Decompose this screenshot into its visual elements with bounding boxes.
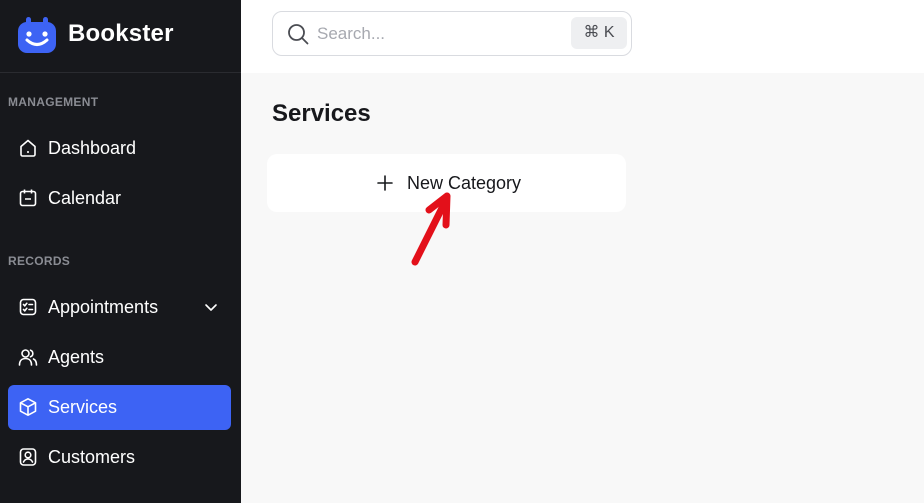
sidebar-item-label: Calendar [48, 188, 122, 208]
sidebar-item-dashboard[interactable]: Dashboard [8, 126, 231, 171]
section-label-management: MANAGEMENT [8, 95, 99, 109]
box-icon [19, 398, 37, 416]
plus-icon [377, 175, 393, 191]
sidebar-item-appointments[interactable]: Appointments [8, 285, 231, 330]
users-icon [18, 349, 38, 366]
sidebar-item-customers[interactable]: Customers [8, 435, 231, 480]
keyboard-shortcut-badge: ⌘ K [571, 17, 627, 49]
search-box[interactable]: ⌘ K [272, 11, 632, 56]
brand-logo-icon [18, 17, 56, 53]
sidebar-item-agents[interactable]: Agents [8, 335, 231, 380]
sidebar-item-label: Agents [48, 347, 105, 367]
contact-icon [19, 448, 37, 466]
sidebar-item-calendar[interactable]: Calendar [8, 176, 231, 221]
chevron-down-icon[interactable] [203, 299, 219, 315]
brand-name[interactable]: Bookster [68, 20, 174, 48]
page-title: Services [272, 100, 371, 127]
sidebar-item-label: Dashboard [48, 138, 137, 158]
top-bar: ⌘ K [241, 0, 924, 73]
sidebar-item-label: Appointments [48, 297, 159, 317]
new-category-label: New Category [407, 173, 522, 193]
sidebar-item-label: Services [48, 397, 118, 417]
calendar-icon [19, 189, 37, 207]
annotation-arrow-icon [411, 192, 451, 266]
search-input[interactable] [317, 20, 557, 48]
checklist-icon [19, 298, 37, 316]
home-icon [20, 139, 36, 157]
section-label-records: RECORDS [8, 254, 71, 268]
brand-header: Bookster [0, 0, 241, 73]
sidebar: Bookster MANAGEMENT Dashboard Calendar R… [0, 0, 241, 503]
sidebar-item-services[interactable]: Services [8, 385, 231, 430]
search-icon [288, 24, 309, 45]
sidebar-item-label: Customers [48, 447, 136, 467]
